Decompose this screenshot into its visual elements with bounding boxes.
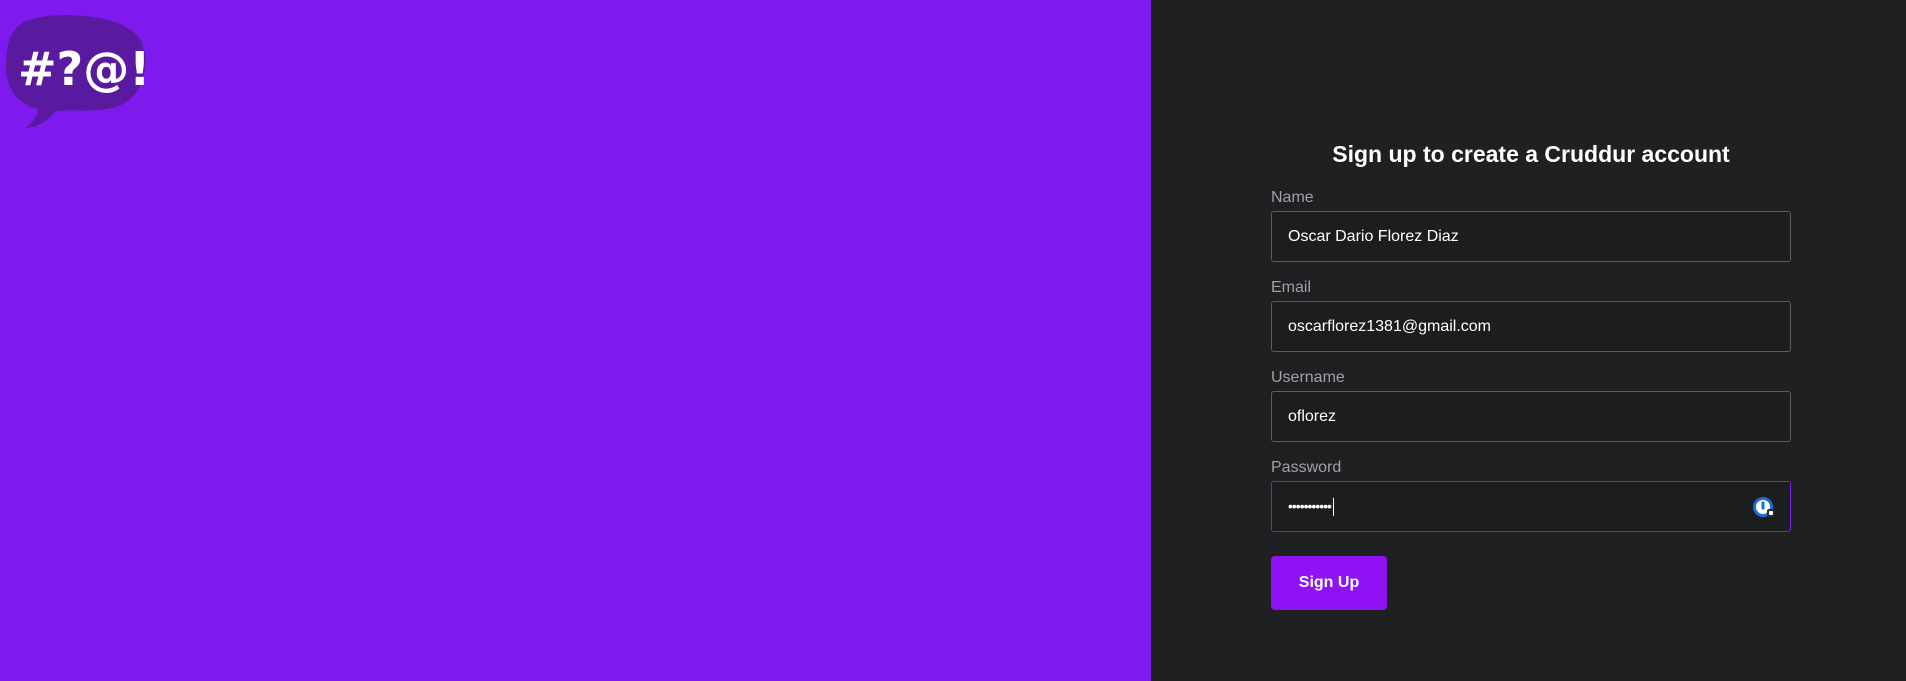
username-input[interactable]: [1272, 392, 1790, 441]
cruddur-logo: #?@!: [4, 11, 146, 129]
password-label: Password: [1271, 459, 1342, 476]
email-input-wrapper: [1271, 301, 1791, 352]
email-field-group: Email: [1271, 278, 1791, 352]
text-caret: [1332, 497, 1334, 516]
password-masked-value: •••••••••••: [1288, 497, 1334, 516]
email-input[interactable]: [1272, 302, 1790, 351]
password-input-wrapper[interactable]: •••••••••••: [1271, 481, 1791, 532]
password-field-group: Password •••••••••••: [1271, 458, 1791, 532]
signup-page: #?@! Sign up to create a Cruddur account…: [0, 0, 1906, 681]
signup-form: Sign up to create a Cruddur account Name…: [1271, 138, 1791, 610]
name-label: Name: [1271, 189, 1314, 206]
name-input-wrapper: [1271, 211, 1791, 262]
name-field-group: Name: [1271, 188, 1791, 262]
password-manager-icon[interactable]: [1752, 495, 1776, 519]
sign-up-button[interactable]: Sign Up: [1271, 556, 1387, 610]
form-panel: Sign up to create a Cruddur account Name…: [1151, 0, 1906, 681]
email-label: Email: [1271, 279, 1312, 296]
page-title: Sign up to create a Cruddur account: [1332, 141, 1730, 167]
password-dots: •••••••••••: [1288, 497, 1332, 514]
name-input[interactable]: [1272, 212, 1790, 261]
username-field-group: Username: [1271, 368, 1791, 442]
svg-text:#?@!: #?@!: [18, 42, 146, 96]
username-label: Username: [1271, 369, 1345, 386]
username-input-wrapper: [1271, 391, 1791, 442]
brand-panel: #?@!: [0, 0, 1151, 681]
